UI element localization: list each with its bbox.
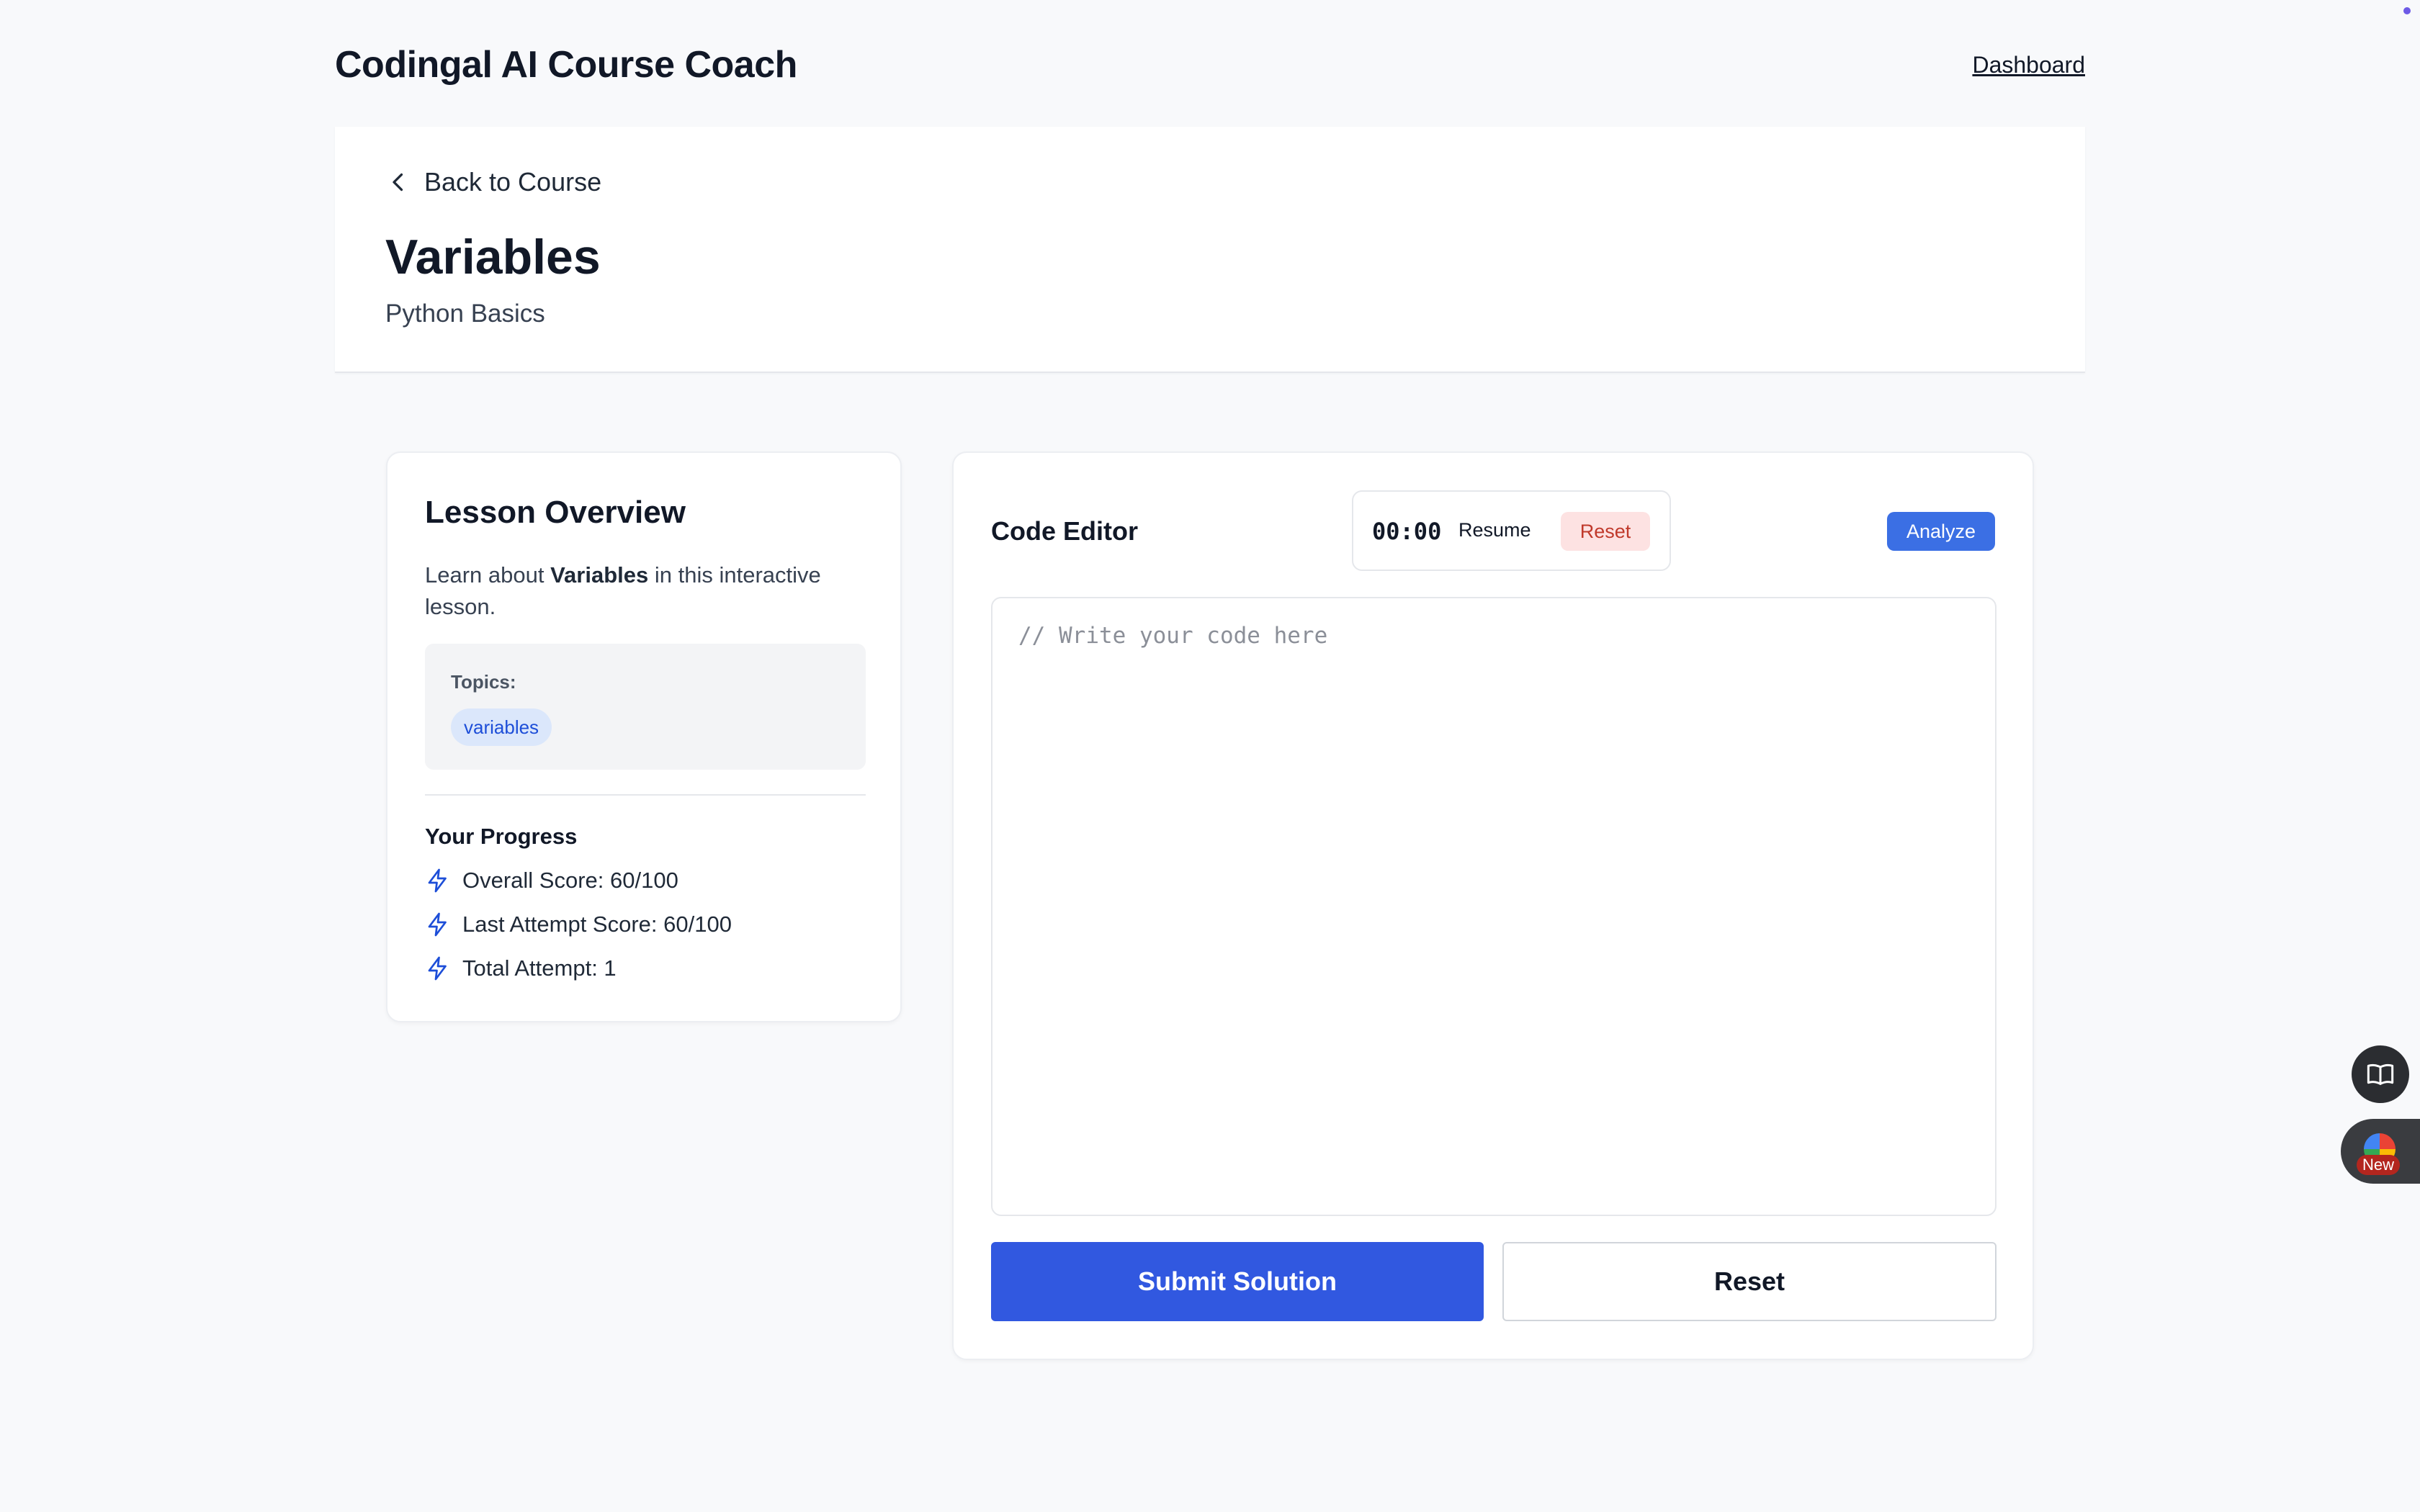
stat-label: Last Attempt Score: 60/100	[462, 912, 732, 937]
code-input[interactable]: // Write your code here	[991, 597, 1996, 1216]
book-open-icon	[2367, 1063, 2394, 1085]
stat-overall-score: Overall Score: 60/100	[425, 868, 678, 894]
top-bar: Codingal AI Course Coach Dashboard	[335, 40, 2085, 90]
desc-topic: Variables	[550, 562, 649, 588]
lesson-overview-card: Lesson Overview Learn about Variables in…	[386, 451, 902, 1022]
lesson-header: Back to Course Variables Python Basics	[335, 127, 2085, 373]
overview-title: Lesson Overview	[425, 495, 686, 530]
app-title: Codingal AI Course Coach	[335, 44, 797, 86]
lightning-icon	[428, 912, 447, 937]
stat-total-attempt: Total Attempt: 1	[425, 955, 617, 981]
lesson-title: Variables	[385, 230, 601, 284]
floating-book-button[interactable]	[2352, 1045, 2409, 1103]
lightning-icon	[428, 868, 447, 893]
lightning-icon	[428, 956, 447, 981]
progress-title: Your Progress	[425, 824, 578, 849]
timer-panel: 00:00 Resume Reset	[1352, 490, 1671, 571]
reset-button[interactable]: Reset	[1502, 1242, 1996, 1321]
code-placeholder: // Write your code here	[1018, 623, 1328, 649]
resume-button[interactable]: Resume	[1458, 519, 1531, 541]
dashboard-link[interactable]: Dashboard	[1972, 52, 2085, 78]
stat-label: Overall Score: 60/100	[462, 868, 678, 893]
analyze-button[interactable]: Analyze	[1887, 512, 1995, 551]
overview-description: Learn about Variables in this interactiv…	[425, 559, 871, 623]
divider	[425, 794, 866, 796]
course-name: Python Basics	[385, 300, 545, 328]
topic-chip: variables	[451, 708, 552, 746]
stat-label: Total Attempt: 1	[462, 955, 617, 981]
timer-reset-button[interactable]: Reset	[1561, 512, 1650, 551]
editor-title: Code Editor	[991, 516, 1138, 546]
back-to-course-link[interactable]: Back to Course	[385, 167, 601, 197]
back-link-label: Back to Course	[424, 167, 602, 197]
topics-box: Topics: variables	[425, 644, 866, 770]
new-badge: New	[2357, 1155, 2401, 1175]
timer-value: 00:00	[1372, 518, 1442, 545]
notification-dot	[2403, 7, 2411, 14]
code-editor-card: Code Editor 00:00 Resume Reset Analyze /…	[952, 451, 2034, 1360]
desc-prefix: Learn about	[425, 562, 551, 588]
stat-last-attempt: Last Attempt Score: 60/100	[425, 912, 732, 937]
submit-solution-button[interactable]: Submit Solution	[991, 1242, 1484, 1321]
chevron-left-icon	[393, 173, 403, 192]
floating-new-button[interactable]: New	[2341, 1119, 2420, 1184]
topics-label: Topics:	[451, 671, 516, 693]
